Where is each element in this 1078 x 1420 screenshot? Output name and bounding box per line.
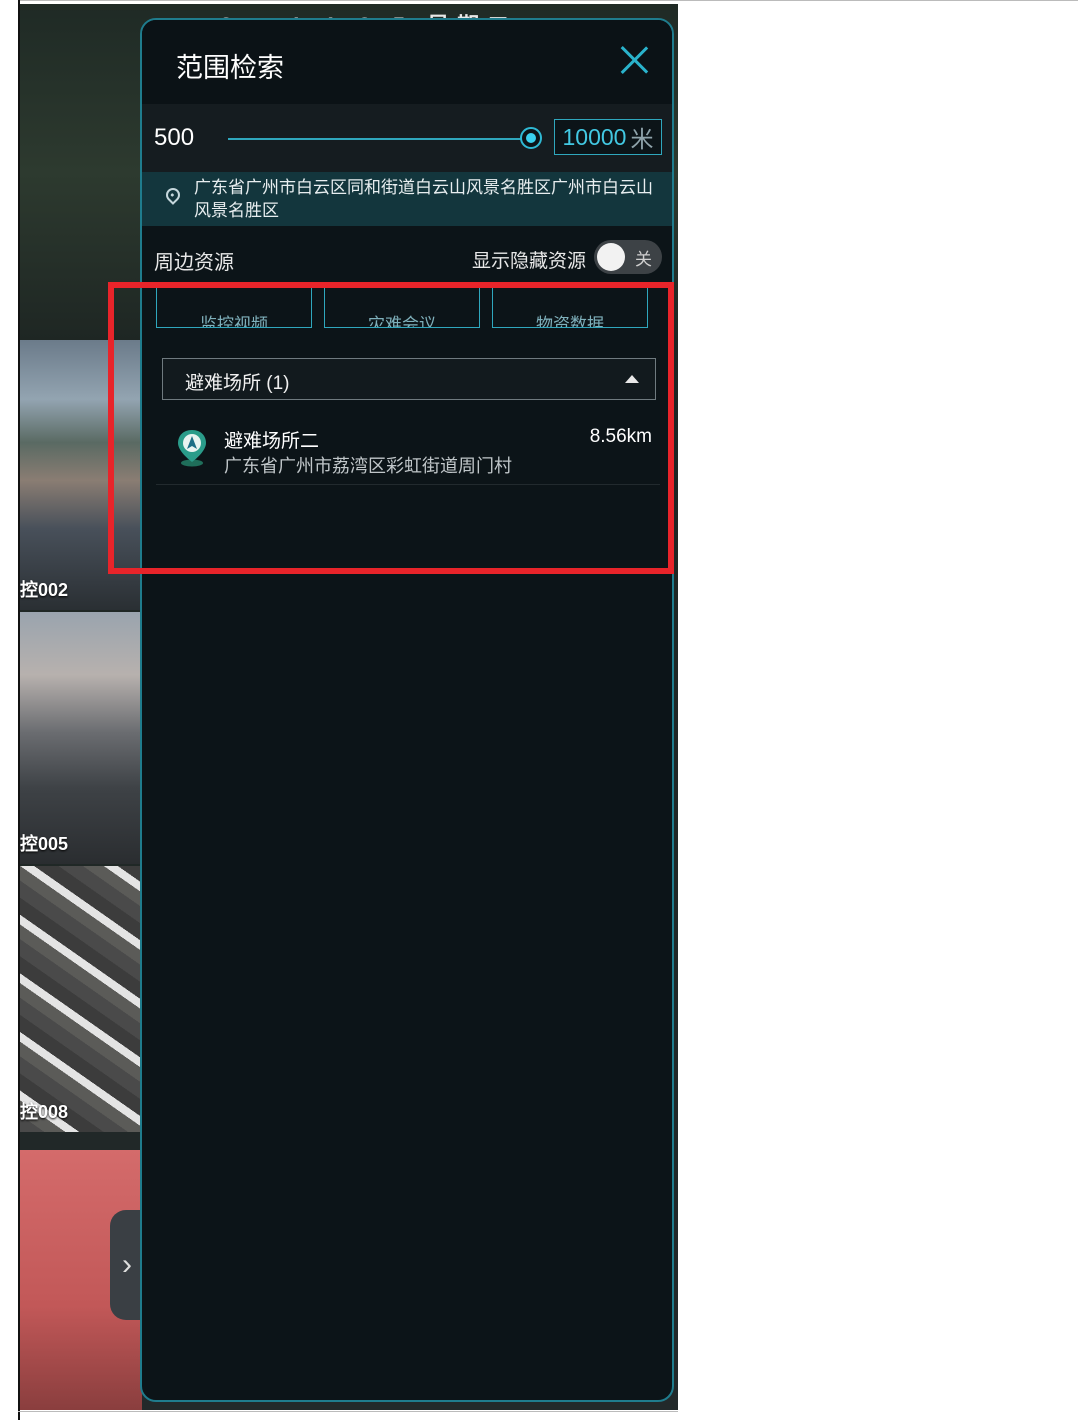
panel-title: 范围检索 xyxy=(176,53,284,83)
range-unit: 米 xyxy=(630,126,654,152)
result-distance: 8.56km xyxy=(589,426,652,447)
tab-supplies-data[interactable]: 物资数据 xyxy=(492,284,648,328)
camera-thumbnail[interactable]: 控002 xyxy=(20,340,142,610)
camera-label: 控002 xyxy=(20,580,69,600)
tab-label: 物资数据 xyxy=(536,315,604,328)
camera-thumbnail[interactable]: 控005 xyxy=(20,612,142,864)
chevron-right-icon[interactable]: › xyxy=(110,1210,144,1320)
shelter-marker-icon xyxy=(178,430,206,467)
toggle-knob xyxy=(597,243,625,271)
range-search-panel: 范围检索 500 10000 米 广东省广州市白云区同和街道白云山风景名胜区广州… xyxy=(140,18,674,1402)
camera-label: 控005 xyxy=(20,834,69,854)
show-hidden-label: 显示隐藏资源 xyxy=(472,251,587,272)
result-address: 广东省广州市荔湾区彩虹街道周门村 xyxy=(224,456,512,476)
toggle-state-text: 关 xyxy=(635,250,652,269)
show-hidden-toggle[interactable]: 关 xyxy=(594,240,662,274)
location-pin-icon xyxy=(163,185,183,205)
nearby-resources-label: 周边资源 xyxy=(154,252,234,274)
result-name: 避难场所二 xyxy=(224,431,320,452)
range-value: 10000 xyxy=(562,123,627,150)
range-min-label: 500 xyxy=(154,124,195,151)
tab-label: 监控视频 xyxy=(200,315,268,328)
tab-disaster-meeting[interactable]: 灾难会议 xyxy=(324,284,480,328)
shelter-group-header[interactable]: 避难场所 (1) xyxy=(162,358,656,400)
caret-up-icon[interactable] xyxy=(625,375,639,383)
camera-thumbnail[interactable]: 控008 xyxy=(20,866,142,1132)
panel-header: 范围检索 xyxy=(142,20,672,104)
frame-top-border xyxy=(18,0,1078,1)
address-text: 广东省广州市白云区同和街道白云山风景名胜区广州市白云山风景名胜区 xyxy=(194,178,653,220)
list-item[interactable]: 避难场所二 8.56km 广东省广州市荔湾区彩虹街道周门村 xyxy=(156,414,660,485)
group-title: 避难场所 (1) xyxy=(185,373,290,394)
range-value-input[interactable]: 10000 米 xyxy=(554,119,662,155)
tab-monitor-video[interactable]: 监控视频 xyxy=(156,284,312,328)
range-slider-track[interactable] xyxy=(228,138,532,140)
close-icon[interactable] xyxy=(618,44,650,76)
address-bar: 广东省广州市白云区同和街道白云山风景名胜区广州市白云山风景名胜区 xyxy=(142,172,672,226)
tab-label: 灾难会议 xyxy=(368,315,436,328)
range-slider-handle[interactable] xyxy=(520,127,542,149)
camera-label: 控008 xyxy=(20,1102,69,1122)
frame-bottom-border xyxy=(18,1411,678,1412)
range-slider-row: 500 10000 米 xyxy=(142,104,672,172)
